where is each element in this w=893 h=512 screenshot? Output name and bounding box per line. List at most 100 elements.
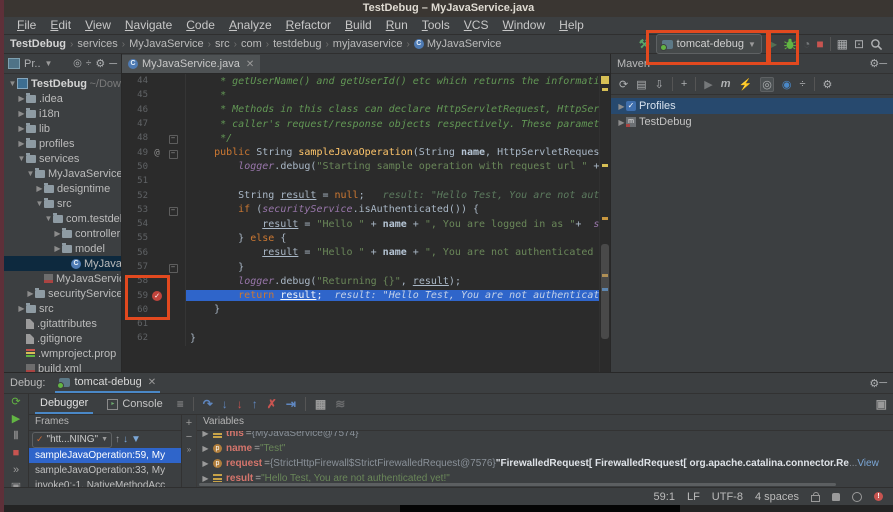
editor-scrollbar[interactable]	[599, 74, 610, 372]
debug-session-tab[interactable]: tomcat-debug ✕	[55, 373, 160, 393]
project-structure-icon[interactable]: ▦	[837, 36, 848, 52]
execute-goal-icon[interactable]: m	[721, 78, 731, 90]
tree-item-model[interactable]: ▶model	[4, 241, 121, 256]
menu-tools[interactable]: Tools	[415, 17, 457, 34]
tree-item-src[interactable]: ▼src	[4, 196, 121, 211]
editor-gutter[interactable]: 49@−	[122, 145, 186, 159]
menu-run[interactable]: Run	[379, 17, 415, 34]
tree-expander-icon[interactable]: ▶	[53, 244, 62, 253]
collapse-all-icon[interactable]: ÷	[86, 56, 92, 72]
tree-item-gitignore[interactable]: .gitignore	[4, 331, 121, 346]
tree-expander-icon[interactable]: ▼	[8, 79, 17, 88]
code-line-55[interactable]: 55 } else {	[122, 231, 600, 245]
run-button[interactable]: ▶	[768, 36, 777, 52]
editor-gutter[interactable]: 46	[122, 103, 186, 117]
drop-frame-icon[interactable]: ✗	[267, 397, 277, 411]
collapse-all-icon[interactable]: ÷	[799, 78, 805, 90]
code-line-52[interactable]: 52 String result = null; result: "Hello …	[122, 188, 600, 202]
step-into-icon[interactable]: ↓	[222, 397, 228, 411]
menu-window[interactable]: Window	[495, 17, 552, 34]
more-icon[interactable]: »	[187, 445, 191, 454]
frame-row[interactable]: sampleJavaOperation:33, My	[29, 463, 181, 478]
frame-down-icon[interactable]: ↓	[123, 434, 128, 445]
generate-sources-icon[interactable]: ▤	[636, 78, 646, 91]
editor-gutter[interactable]: 62	[122, 331, 186, 345]
more-actions-icon[interactable]: »	[13, 464, 19, 477]
tree-item-src[interactable]: ▶src	[4, 301, 121, 316]
breadcrumb-item[interactable]: MyJavaService	[129, 38, 204, 50]
fold-marker[interactable]: −	[166, 132, 180, 144]
run-maven-build-icon[interactable]: ▶	[704, 78, 712, 91]
code-line-48[interactable]: 48− */	[122, 131, 600, 145]
tab-console[interactable]: ▸ Console	[102, 394, 167, 414]
menu-edit[interactable]: Edit	[43, 17, 78, 34]
code-line-49[interactable]: 49@− public String sampleJavaOperation(S…	[122, 145, 600, 159]
breadcrumb-item[interactable]: com	[241, 38, 262, 50]
gear-icon[interactable]: ⚙	[95, 57, 105, 70]
tab-debugger[interactable]: Debugger	[35, 394, 93, 414]
menu-build[interactable]: Build	[338, 17, 379, 34]
inspection-indicator-icon[interactable]	[601, 76, 609, 84]
coverage-button[interactable]: ◔	[803, 36, 810, 52]
gear-icon[interactable]: ⚙	[869, 377, 879, 390]
reimport-icon[interactable]: ⟳	[619, 78, 628, 91]
frame-row[interactable]: sampleJavaOperation:59, My	[29, 448, 181, 463]
gear-icon[interactable]: ⚙	[869, 57, 879, 70]
tree-item-myjavaservice[interactable]: ▼MyJavaService	[4, 166, 121, 181]
tree-item-i18n[interactable]: ▶i18n	[4, 106, 121, 121]
debug-bug-button[interactable]	[783, 37, 797, 51]
tree-expander-icon[interactable]: ▶	[617, 102, 626, 111]
code-line-56[interactable]: 56 result = "Hello " + name + ", You are…	[122, 246, 600, 260]
menu-analyze[interactable]: Analyze	[222, 17, 279, 34]
tree-expander-icon[interactable]: ▼	[26, 169, 35, 178]
variable-row-result[interactable]: ▶result= "Hello Test, You are not authen…	[197, 471, 893, 482]
variable-row-this[interactable]: ▶this= {MyJavaService@7574}	[197, 431, 893, 441]
tree-expander-icon[interactable]: ▼	[35, 199, 44, 208]
tree-expander-icon[interactable]: ▶	[26, 289, 35, 298]
maven-item-profiles[interactable]: ▶✓Profiles	[611, 98, 893, 114]
tree-item-profiles[interactable]: ▶profiles	[4, 136, 121, 151]
code-line-46[interactable]: 46 * Methods in this class can declare H…	[122, 103, 600, 117]
variable-row-name[interactable]: ▶pname= "Test"	[197, 441, 893, 456]
resume-icon[interactable]: ▶	[12, 413, 20, 426]
editor-gutter[interactable]: 56	[122, 246, 186, 260]
tree-expander-icon[interactable]: ▶	[201, 431, 210, 438]
editor-gutter[interactable]: 59✓	[122, 288, 186, 302]
menu-vcs[interactable]: VCS	[457, 17, 496, 34]
annotation-icon[interactable]: @	[148, 148, 166, 158]
locate-icon[interactable]: ◎	[73, 56, 82, 72]
code-line-53[interactable]: 53− if (securityService.isAuthenticated(…	[122, 203, 600, 217]
pause-icon[interactable]: Ⅱ	[13, 430, 18, 443]
editor-gutter[interactable]: 57−	[122, 260, 186, 274]
add-maven-project-icon[interactable]: +	[681, 78, 687, 90]
background-tasks-icon[interactable]	[852, 492, 862, 502]
step-out-icon[interactable]: ↑	[252, 397, 258, 411]
breadcrumb-item[interactable]: myjavaservice	[333, 38, 403, 50]
close-icon[interactable]: ✕	[246, 59, 254, 70]
remove-watch-icon[interactable]: −	[186, 431, 192, 443]
hide-panel-icon[interactable]: ─	[109, 58, 117, 70]
tree-item-wmprojectprop[interactable]: .wmproject.prop	[4, 346, 121, 361]
tree-expander-icon[interactable]: ▶	[53, 229, 62, 238]
indent-setting[interactable]: 4 spaces	[755, 491, 799, 503]
code-line-58[interactable]: 58 logger.debug("Returning {}", result);	[122, 274, 600, 288]
tree-expander-icon[interactable]: ▶	[201, 444, 210, 453]
tree-expander-icon[interactable]: ▶	[17, 304, 26, 313]
editor-gutter[interactable]: 48−	[122, 131, 186, 145]
chevron-down-icon[interactable]: ▼	[45, 59, 53, 68]
breadcrumb-item[interactable]: testdebug	[273, 38, 321, 50]
add-watch-icon[interactable]: +	[186, 417, 192, 429]
tree-expander-icon[interactable]: ▶	[17, 124, 26, 133]
tree-item-gitattributes[interactable]: .gitattributes	[4, 316, 121, 331]
download-sources-icon[interactable]: ⇩	[655, 78, 664, 91]
run-configuration-dropdown[interactable]: tomcat-debug ▼	[656, 34, 762, 54]
tree-item-lib[interactable]: ▶lib	[4, 121, 121, 136]
editor-gutter[interactable]: 51	[122, 174, 186, 188]
hide-panel-icon[interactable]: ─	[879, 58, 887, 70]
fold-marker[interactable]: −	[166, 147, 180, 159]
maven-settings-icon[interactable]: ⚙	[823, 78, 833, 91]
tree-expander-icon[interactable]: ▶	[201, 474, 210, 482]
force-step-into-icon[interactable]: ↓	[237, 397, 243, 411]
code-line-45[interactable]: 45 *	[122, 88, 600, 102]
tree-item-controller[interactable]: ▶controller	[4, 226, 121, 241]
